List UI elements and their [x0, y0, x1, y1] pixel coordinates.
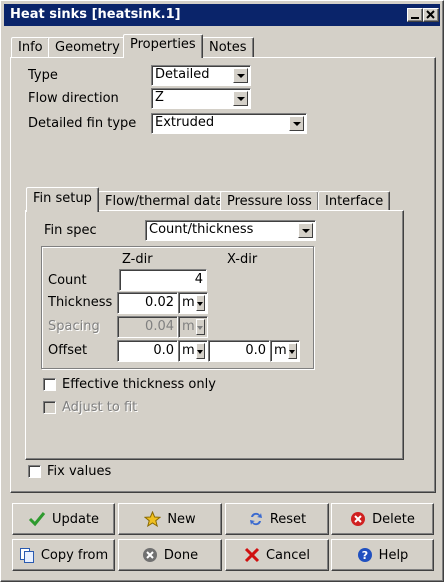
- chevron-down-icon: [233, 91, 248, 106]
- offset-z-input[interactable]: 0.0: [117, 340, 178, 362]
- tab-properties[interactable]: Properties: [123, 34, 203, 58]
- spacing-input: 0.04: [117, 316, 178, 338]
- delete-button[interactable]: Delete: [331, 503, 434, 535]
- tab-notes[interactable]: Notes: [202, 37, 254, 58]
- new-button[interactable]: New: [118, 503, 222, 535]
- subtab-pressure-loss[interactable]: Pressure loss: [220, 191, 319, 212]
- flow-direction-label: Flow direction: [28, 91, 119, 106]
- fin-type-select[interactable]: Extruded: [151, 113, 307, 134]
- thickness-label: Thickness: [48, 295, 113, 310]
- fix-values-checkbox[interactable]: [28, 465, 41, 478]
- effective-thickness-checkbox[interactable]: [43, 378, 56, 391]
- fix-values-label: Fix values: [47, 464, 112, 479]
- done-circle-icon: [142, 548, 157, 562]
- help-button[interactable]: ? Help: [331, 539, 434, 571]
- offset-label: Offset: [48, 343, 88, 358]
- thickness-unit-select[interactable]: m: [178, 292, 208, 314]
- delete-circle-x-icon: [351, 512, 366, 526]
- z-dir-header: Z-dir: [122, 252, 153, 267]
- done-button[interactable]: Done: [118, 539, 222, 571]
- help-icon: ?: [357, 548, 372, 562]
- offset-x-input[interactable]: 0.0: [208, 340, 270, 362]
- adjust-to-fit-label: Adjust to fit: [62, 400, 138, 415]
- checkmark-icon: [28, 512, 46, 527]
- effective-thickness-label: Effective thickness only: [62, 377, 216, 392]
- x-dir-header: X-dir: [227, 252, 258, 267]
- window-title: Heat sinks [heatsink.1]: [10, 7, 181, 22]
- close-button[interactable]: [423, 8, 439, 22]
- svg-text:?: ?: [361, 549, 367, 562]
- subtab-flow-thermal-data[interactable]: Flow/thermal data: [98, 191, 231, 212]
- cancel-button[interactable]: Cancel: [225, 539, 329, 571]
- chevron-down-icon: [196, 295, 205, 311]
- copy-icon: [19, 548, 34, 563]
- minimize-icon: [411, 17, 419, 19]
- chevron-down-icon: [289, 116, 304, 131]
- update-button[interactable]: Update: [12, 503, 115, 535]
- fin-type-label: Detailed fin type: [28, 116, 137, 131]
- offset-x-unit-select[interactable]: m: [270, 340, 300, 362]
- count-label: Count: [48, 273, 87, 288]
- chevron-down-icon: [196, 319, 205, 335]
- count-input[interactable]: 4: [119, 269, 207, 291]
- reset-arrows-icon: [249, 512, 262, 526]
- fin-spec-select[interactable]: Count/thickness: [145, 220, 316, 241]
- cancel-x-icon: [244, 547, 260, 563]
- spacing-label: Spacing: [48, 319, 100, 334]
- flow-direction-select[interactable]: Z: [151, 88, 251, 109]
- adjust-to-fit-checkbox: [43, 401, 56, 414]
- type-select[interactable]: Detailed: [151, 65, 251, 86]
- type-label: Type: [28, 68, 58, 83]
- thickness-input[interactable]: 0.02: [117, 292, 178, 314]
- copy-from-button[interactable]: Copy from: [12, 539, 115, 571]
- tab-info[interactable]: Info: [11, 37, 50, 58]
- star-icon: [144, 511, 162, 527]
- fin-spec-label: Fin spec: [44, 223, 97, 238]
- offset-z-unit-select[interactable]: m: [178, 340, 208, 362]
- minimize-button[interactable]: [407, 8, 423, 22]
- chevron-down-icon: [196, 343, 205, 359]
- title-bar: Heat sinks [heatsink.1]: [4, 4, 440, 26]
- close-icon: [426, 10, 435, 19]
- chevron-down-icon: [288, 343, 297, 359]
- heat-sinks-window: Heat sinks [heatsink.1] Info Geometry Pr…: [0, 0, 444, 582]
- chevron-down-icon: [298, 223, 313, 238]
- tab-geometry[interactable]: Geometry: [48, 37, 127, 58]
- subtab-interface[interactable]: Interface: [318, 191, 391, 212]
- spacing-unit-select: m: [178, 316, 208, 338]
- reset-button[interactable]: Reset: [225, 503, 329, 535]
- chevron-down-icon: [233, 68, 248, 83]
